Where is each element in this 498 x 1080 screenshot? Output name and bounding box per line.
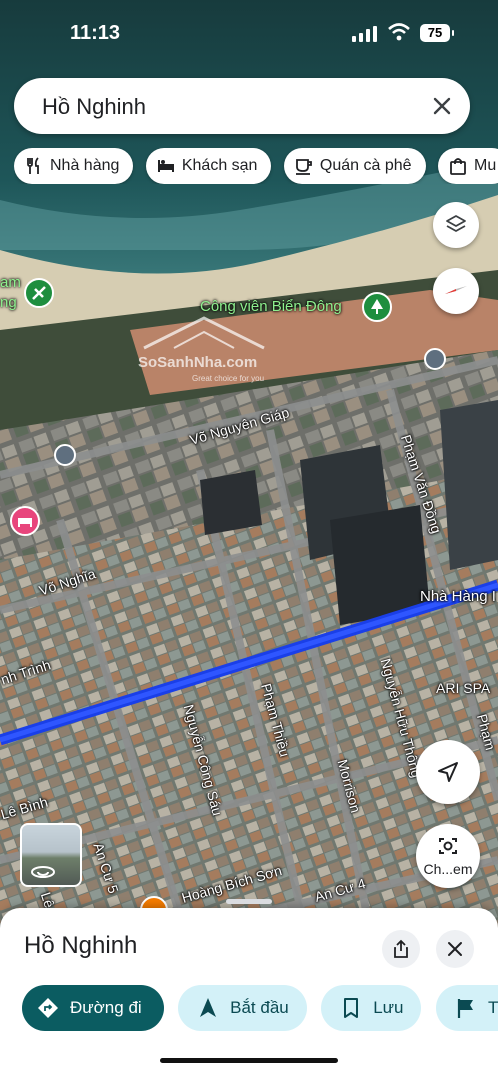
add-label-button[interactable]: Thê <box>435 985 498 1031</box>
chip-coffee[interactable]: Quán cà phê <box>283 148 426 184</box>
save-button[interactable]: Lưu <box>321 985 422 1031</box>
category-chips: Nhà hàng Khách sạn Quán cà phê Mu <box>14 148 498 184</box>
lens-label: Ch...em <box>423 861 473 877</box>
wifi-icon <box>388 23 410 41</box>
street-view-icon <box>31 866 55 878</box>
directions-button[interactable]: Đường đi <box>22 985 164 1031</box>
search-query[interactable]: Hồ Nghinh <box>42 94 146 120</box>
road-nha-hang: Nhà Hàng I <box>420 588 496 605</box>
park-left-label-1: am <box>0 274 21 291</box>
activity-icon <box>32 286 46 300</box>
close-icon[interactable] <box>428 92 456 120</box>
place-sheet[interactable]: Hồ Nghinh Đường đi Bắt đầu Lưu T <box>0 899 498 1080</box>
cellular-signal-icon <box>352 26 377 42</box>
coffee-icon <box>295 159 312 175</box>
camera-lens-icon <box>439 838 457 854</box>
place-title: Hồ Nghinh <box>24 932 138 959</box>
bus-stop-pin[interactable] <box>54 444 76 466</box>
bed-icon <box>18 518 32 527</box>
layers-button[interactable] <box>433 202 479 248</box>
status-time: 11:13 <box>70 22 121 44</box>
watermark-tagline: Great choice for you <box>192 374 265 383</box>
road-ari-spa: ARI SPA <box>436 680 491 696</box>
sheet-handle[interactable] <box>226 899 272 904</box>
street-view-thumbnail[interactable] <box>20 823 82 887</box>
compass-icon <box>445 286 467 294</box>
action-label: Lưu <box>373 998 404 1017</box>
chip-label: Quán cà phê <box>319 157 412 174</box>
action-label: Thê <box>487 998 498 1017</box>
action-buttons: Đường đi Bắt đầu Lưu Thê <box>22 985 498 1031</box>
status-bar: 11:13 75 <box>0 0 498 60</box>
restaurant-icon <box>27 157 39 174</box>
share-icon <box>394 939 408 958</box>
action-label: Đường đi <box>70 998 142 1017</box>
watermark: SoSanhNha.com Great choice for you <box>134 312 274 384</box>
action-label: Bắt đầu <box>230 998 289 1017</box>
flag-icon <box>457 999 473 1018</box>
home-indicator[interactable] <box>160 1058 338 1063</box>
navigation-arrow-icon <box>200 998 217 1017</box>
park-pin[interactable] <box>362 292 392 322</box>
share-button[interactable] <box>382 930 420 968</box>
chip-shopping[interactable]: Mu <box>437 148 498 184</box>
navigation-arrow-icon <box>438 762 458 782</box>
my-location-button[interactable] <box>416 740 480 804</box>
bus-stop-pin-2[interactable] <box>424 348 446 370</box>
close-sheet-button[interactable] <box>436 930 474 968</box>
sports-pin[interactable] <box>24 278 54 308</box>
bookmark-icon <box>344 998 359 1018</box>
chip-label: Nhà hàng <box>50 157 120 174</box>
lens-button[interactable]: Ch...em <box>416 824 480 888</box>
start-button[interactable]: Bắt đầu <box>178 985 307 1031</box>
chip-label: Mu <box>473 157 497 174</box>
compass-button[interactable] <box>433 268 479 314</box>
chip-hotels[interactable]: Khách sạn <box>145 148 272 184</box>
chip-label: Khách sạn <box>181 157 258 174</box>
directions-icon <box>38 998 58 1018</box>
battery-indicator: 75 <box>420 24 454 42</box>
watermark-house-icon <box>143 316 265 350</box>
park-left-label-2: ng <box>0 294 17 311</box>
shopping-bag-icon <box>450 158 466 175</box>
hotel-icon <box>157 160 174 172</box>
watermark-brand: SoSanhNha.com <box>138 354 258 371</box>
hotel-pin[interactable] <box>10 506 40 536</box>
layers-icon <box>446 215 466 232</box>
close-icon <box>448 942 462 956</box>
search-bar[interactable]: Hồ Nghinh <box>14 78 470 134</box>
tree-icon <box>371 299 383 314</box>
chip-restaurants[interactable]: Nhà hàng <box>14 148 134 184</box>
